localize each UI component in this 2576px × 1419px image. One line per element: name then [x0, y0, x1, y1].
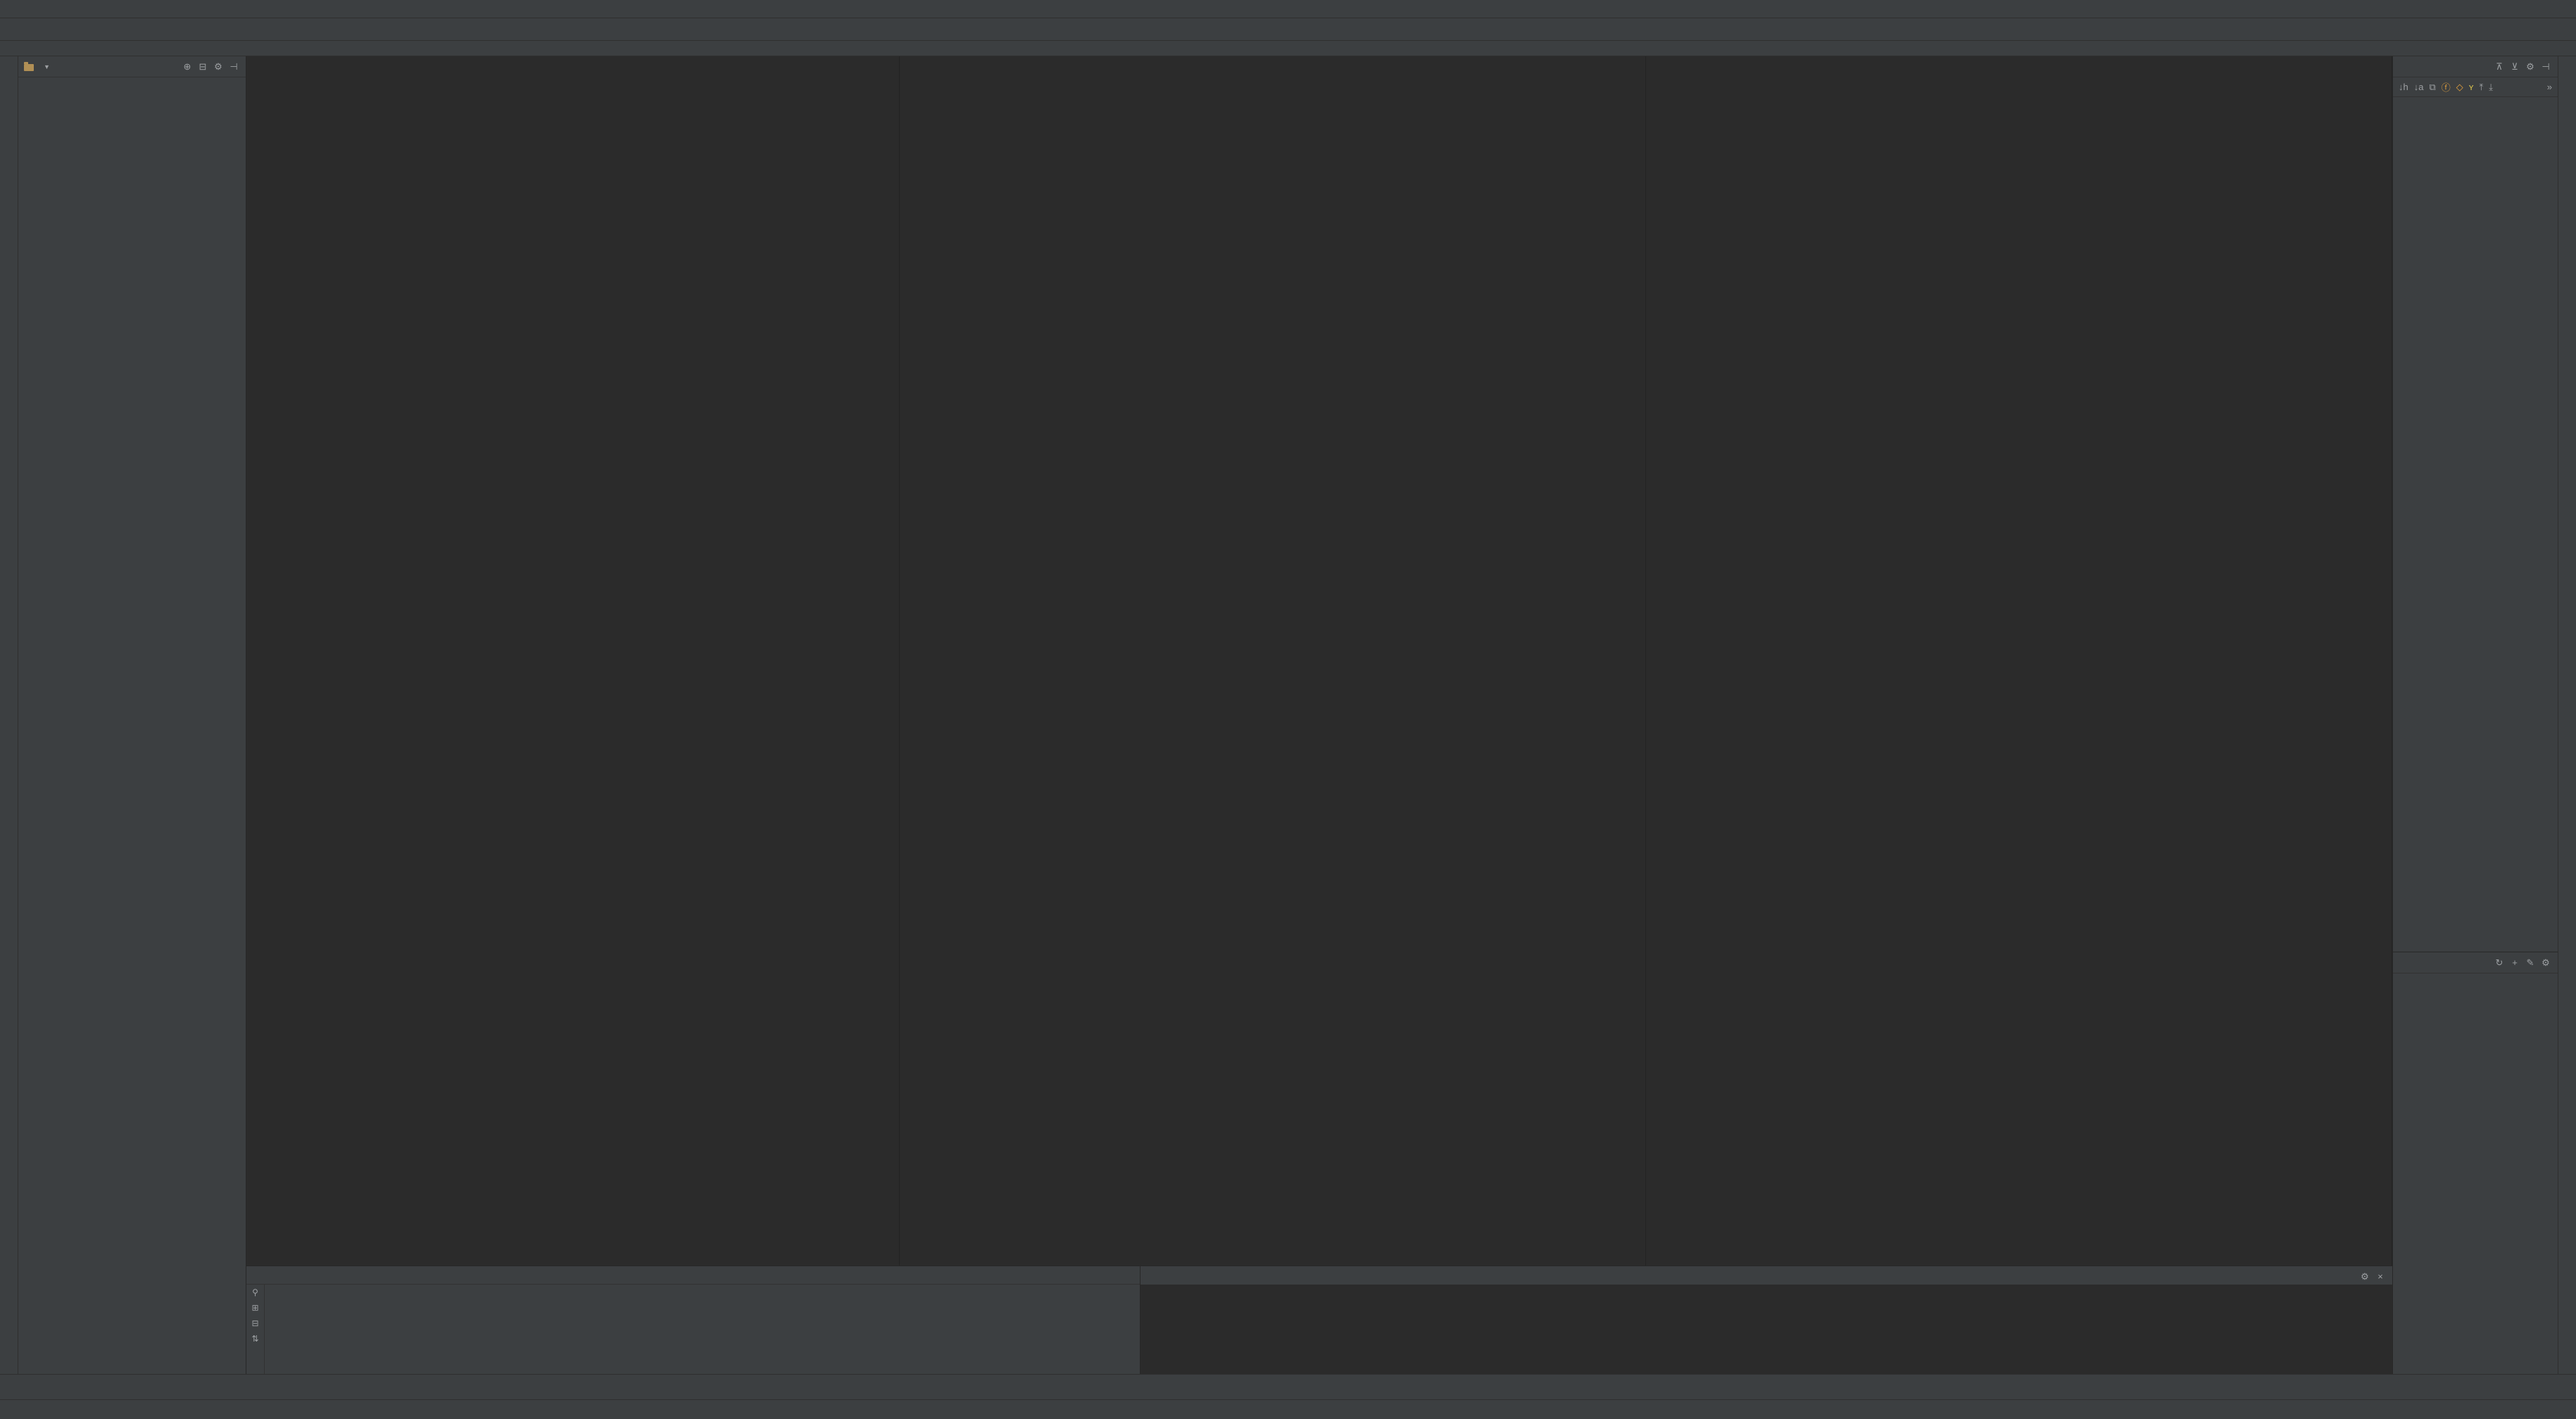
editor-left-pane[interactable] [246, 56, 900, 1374]
sort-by-visibility-icon[interactable]: ↓h [2399, 82, 2408, 92]
collapse-all-icon[interactable]: ⊻ [2508, 61, 2521, 72]
sort-alpha-icon[interactable]: ↓a [2414, 82, 2424, 92]
project-icon [24, 62, 35, 72]
menu-bar [0, 0, 2576, 18]
refresh-icon[interactable]: ↻ [2493, 957, 2506, 969]
terminal-output[interactable] [1141, 1285, 2392, 1374]
hide-panel-icon[interactable]: ⊣ [227, 61, 240, 72]
collapse-all-icon[interactable]: ⊟ [251, 1318, 258, 1328]
right-tool-strip [2558, 56, 2576, 1374]
expand-all-icon[interactable]: ⊞ [251, 1303, 258, 1313]
phpstorm-window: ▼ ⊕ ⊟ ⚙ ⊣ ⊼ ⊻ ⚙ ⊣ ↓h ↓a ⧉ [0, 0, 2576, 1419]
left-tool-strip [0, 56, 18, 1374]
edit-datasource-icon[interactable]: ✎ [2524, 957, 2537, 969]
show-inherited-icon[interactable]: ʏ [2469, 82, 2474, 92]
hide-panel-icon[interactable]: ⊣ [2539, 61, 2552, 72]
todo-side-toolbar: ⚲ ⊞ ⊟ ⇅ [246, 1285, 265, 1374]
expand-all-icon[interactable]: ⊼ [2493, 61, 2506, 72]
todo-panel: ⚲ ⊞ ⊟ ⇅ [246, 1266, 1141, 1374]
settings-icon[interactable]: ⚙ [212, 61, 225, 72]
structure-toolbar: ↓h ↓a ⧉ ⓕ ◇ ʏ ⤒ ⤓ » [2393, 77, 2558, 97]
right-panel-column: ⊼ ⊻ ⚙ ⊣ ↓h ↓a ⧉ ⓕ ◇ ʏ ⤒ ⤓ » [2392, 56, 2558, 1374]
show-fields-icon[interactable]: ⓕ [2442, 80, 2451, 94]
add-datasource-icon[interactable]: + [2508, 957, 2521, 969]
expand-icon[interactable]: ⤒ [2480, 82, 2484, 93]
status-bar [0, 1399, 2576, 1419]
filter-icon[interactable]: ⚲ [252, 1287, 258, 1297]
locate-icon[interactable]: ⊕ [181, 61, 194, 72]
more-icon[interactable]: » [2547, 82, 2552, 92]
show-constants-icon[interactable]: ◇ [2456, 82, 2463, 93]
main-toolbar [0, 18, 2576, 41]
collapse-icon[interactable]: ⤓ [2489, 82, 2493, 93]
project-panel: ▼ ⊕ ⊟ ⚙ ⊣ [18, 56, 246, 1374]
close-icon[interactable]: × [2374, 1271, 2387, 1282]
structure-panel: ⊼ ⊻ ⚙ ⊣ ↓h ↓a ⧉ ⓕ ◇ ʏ ⤒ ⤓ » [2393, 56, 2558, 97]
editor-area [246, 56, 2392, 1374]
settings-icon[interactable]: ⚙ [2524, 61, 2537, 72]
settings-icon[interactable]: ⚙ [2539, 957, 2552, 969]
autoscroll-icon[interactable]: ⇅ [251, 1334, 258, 1344]
navigation-breadcrumb [0, 41, 2576, 56]
terminal-panel: ⚙ × [1141, 1266, 2392, 1374]
project-panel-header: ▼ ⊕ ⊟ ⚙ ⊣ [18, 56, 246, 77]
database-panel: ↻ + ✎ ⚙ [2393, 952, 2558, 1374]
toolwindow-bar [0, 1374, 2576, 1399]
autoscroll-source-icon[interactable]: ⧉ [2429, 82, 2435, 93]
collapse-all-icon[interactable]: ⊟ [196, 61, 209, 72]
settings-icon[interactable]: ⚙ [2358, 1271, 2371, 1282]
editor-right-pane[interactable] [1646, 56, 2392, 1374]
editor-middle-pane[interactable] [900, 56, 1646, 1374]
